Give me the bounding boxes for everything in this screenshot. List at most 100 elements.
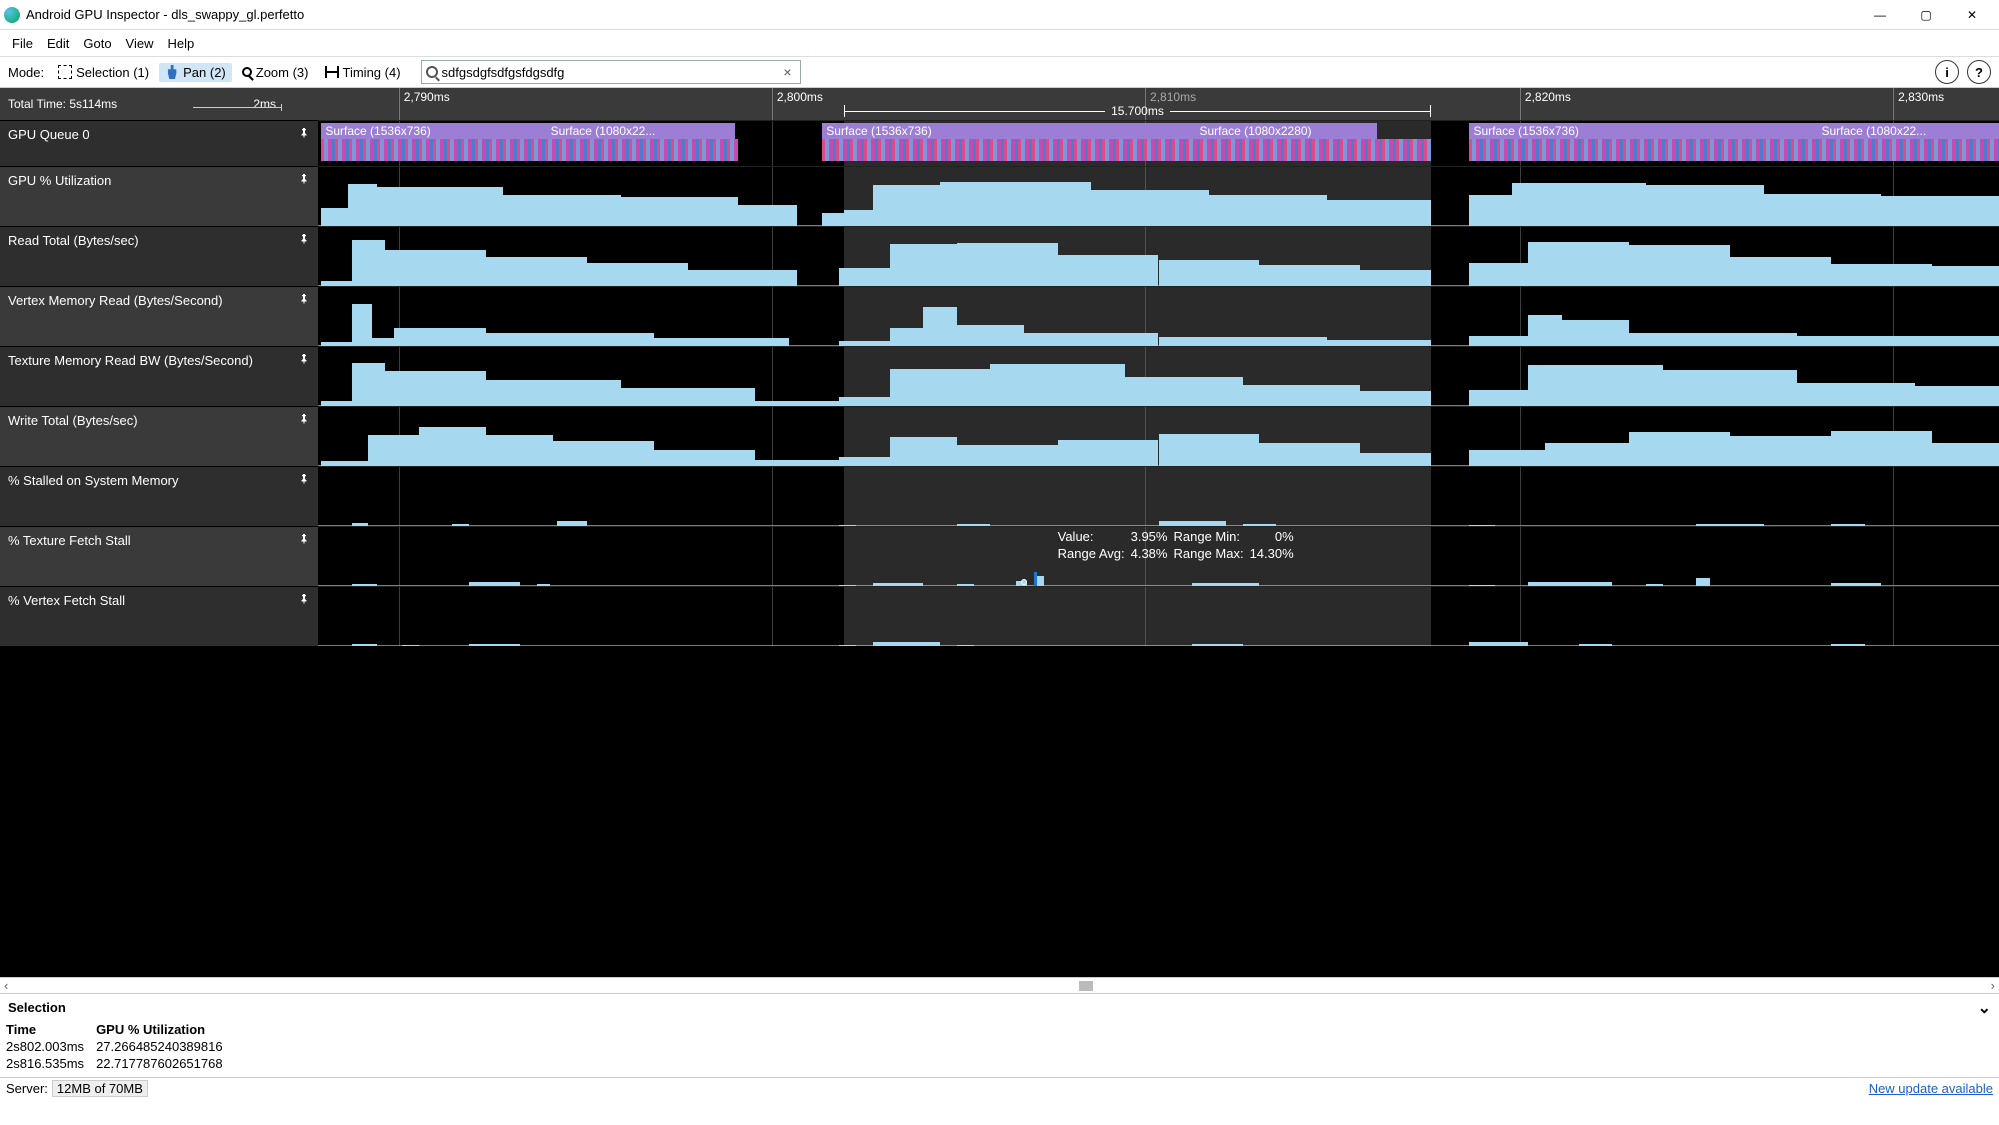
pin-icon[interactable] <box>298 127 310 139</box>
track-name: Texture Memory Read BW (Bytes/Second) <box>8 353 253 368</box>
pin-icon[interactable] <box>298 293 310 305</box>
help-button[interactable]: ? <box>1967 60 1991 84</box>
counter-bar <box>1125 377 1243 406</box>
surface-block[interactable]: Surface (1080x22... <box>547 123 735 139</box>
counter-bar <box>1058 440 1159 466</box>
track-body[interactable] <box>318 406 1999 466</box>
scroll-right-icon[interactable]: › <box>1991 978 1995 993</box>
search-input[interactable] <box>442 65 776 80</box>
selection-table: TimeGPU % Utilization 2s802.003ms27.2664… <box>0 1021 1999 1077</box>
track[interactable]: Write Total (Bytes/sec) <box>0 406 1999 466</box>
track-label[interactable]: % Texture Fetch Stall <box>0 526 318 586</box>
track-label[interactable]: GPU % Utilization <box>0 166 318 226</box>
mode-selection[interactable]: Selection (1) <box>52 63 155 82</box>
counter-bar <box>621 197 739 226</box>
counter-bar <box>1831 264 1932 286</box>
track-name: % Vertex Fetch Stall <box>8 593 125 608</box>
table-row[interactable]: 2s802.003ms27.266485240389816 <box>4 1038 233 1055</box>
pin-icon[interactable] <box>298 533 310 545</box>
track-body[interactable]: Value:3.95%Range Min:0%Range Avg:4.38%Ra… <box>318 526 1999 586</box>
scroll-left-icon[interactable]: ‹ <box>4 978 8 993</box>
pin-icon[interactable] <box>298 353 310 365</box>
surface-block[interactable]: Surface (1536x736) <box>321 123 546 139</box>
surface-block[interactable]: Surface (1080x2280) <box>1195 123 1377 139</box>
track-label[interactable]: % Stalled on System Memory <box>0 466 318 526</box>
track-label[interactable]: Vertex Memory Read (Bytes/Second) <box>0 286 318 346</box>
menubar: File Edit Goto View Help <box>0 30 1999 56</box>
counter-bar <box>1764 194 1882 226</box>
maximize-button[interactable]: ▢ <box>1903 0 1949 30</box>
counter-bar <box>486 257 587 286</box>
track-label[interactable]: GPU Queue 0 <box>0 120 318 166</box>
counter-bar <box>352 304 372 346</box>
ruler[interactable]: Total Time: 5s114ms2ms2,790ms2,800ms2,81… <box>0 88 1999 120</box>
menu-file[interactable]: File <box>6 34 39 53</box>
table-row[interactable]: 2s816.535ms22.717787602651768 <box>4 1055 233 1072</box>
counter-bar <box>1646 185 1764 226</box>
track-body[interactable] <box>318 226 1999 286</box>
close-button[interactable]: ✕ <box>1949 0 1995 30</box>
track-body[interactable]: Surface (1536x736)Surface (1080x22...Sur… <box>318 120 1999 166</box>
scroll-thumb[interactable] <box>1079 981 1093 991</box>
update-link[interactable]: New update available <box>1869 1081 1993 1096</box>
track-name: GPU Queue 0 <box>8 127 90 142</box>
track[interactable]: Vertex Memory Read (Bytes/Second) <box>0 286 1999 346</box>
info-button[interactable]: i <box>1935 60 1959 84</box>
track-label[interactable]: % Vertex Fetch Stall <box>0 586 318 646</box>
track[interactable]: GPU Queue 0Surface (1536x736)Surface (10… <box>0 120 1999 166</box>
search-clear-button[interactable]: × <box>779 64 795 80</box>
track-body[interactable] <box>318 286 1999 346</box>
track[interactable]: % Texture Fetch Stall Value:3.95%Range Mi… <box>0 526 1999 586</box>
pin-icon[interactable] <box>298 473 310 485</box>
window-title: Android GPU Inspector - dls_swappy_gl.pe… <box>26 7 304 22</box>
pin-icon[interactable] <box>298 233 310 245</box>
track-body[interactable] <box>318 166 1999 226</box>
zoom-icon <box>242 67 252 77</box>
pin-icon[interactable] <box>298 413 310 425</box>
pin-icon[interactable] <box>298 593 310 605</box>
counter-bar <box>1360 391 1431 406</box>
mode-label: Mode: <box>8 65 44 80</box>
counter-bar <box>839 268 889 286</box>
menu-edit[interactable]: Edit <box>41 34 75 53</box>
track-label[interactable]: Write Total (Bytes/sec) <box>0 406 318 466</box>
track-label[interactable]: Read Total (Bytes/sec) <box>0 226 318 286</box>
counter-bar <box>1243 385 1361 406</box>
horizontal-scrollbar[interactable]: ‹ › <box>0 977 1999 993</box>
mode-timing[interactable]: Timing (4) <box>319 63 407 82</box>
pan-icon <box>165 65 179 79</box>
timeline[interactable]: Total Time: 5s114ms2ms2,790ms2,800ms2,81… <box>0 88 1999 977</box>
col-time[interactable]: Time <box>4 1021 94 1038</box>
track[interactable]: Read Total (Bytes/sec) <box>0 226 1999 286</box>
status-bar: Server: 12MB of 70MB New update availabl… <box>0 1077 1999 1099</box>
track-body[interactable] <box>318 586 1999 646</box>
counter-bar <box>1545 443 1629 466</box>
track-body[interactable] <box>318 466 1999 526</box>
col-metric[interactable]: GPU % Utilization <box>94 1021 233 1038</box>
surface-block[interactable]: Surface (1536x736) <box>1469 123 1817 139</box>
surface-block[interactable]: Surface (1080x22... <box>1817 123 1999 139</box>
menu-goto[interactable]: Goto <box>77 34 117 53</box>
track[interactable]: Texture Memory Read BW (Bytes/Second) <box>0 346 1999 406</box>
collapse-icon[interactable]: ⌄ <box>1978 998 1991 1018</box>
selection-title: Selection <box>8 1000 66 1015</box>
minimize-button[interactable]: — <box>1857 0 1903 30</box>
track-label[interactable]: Texture Memory Read BW (Bytes/Second) <box>0 346 318 406</box>
track[interactable]: % Vertex Fetch Stall <box>0 586 1999 646</box>
menu-view[interactable]: View <box>120 34 160 53</box>
counter-bar <box>1528 315 1562 346</box>
counter-bar <box>1629 432 1730 466</box>
track[interactable]: % Stalled on System Memory <box>0 466 1999 526</box>
track-body[interactable] <box>318 346 1999 406</box>
surface-block[interactable]: Surface (1536x736) <box>822 123 1195 139</box>
mode-pan[interactable]: Pan (2) <box>159 63 232 82</box>
mode-zoom[interactable]: Zoom (3) <box>236 63 315 82</box>
counter-bar <box>486 435 553 466</box>
search-box[interactable]: × <box>421 60 801 84</box>
track[interactable]: GPU % Utilization <box>0 166 1999 226</box>
counter-bar <box>1629 245 1730 286</box>
menu-help[interactable]: Help <box>162 34 201 53</box>
pin-icon[interactable] <box>298 173 310 185</box>
track-name: % Texture Fetch Stall <box>8 533 131 548</box>
counter-bar <box>1159 260 1260 286</box>
